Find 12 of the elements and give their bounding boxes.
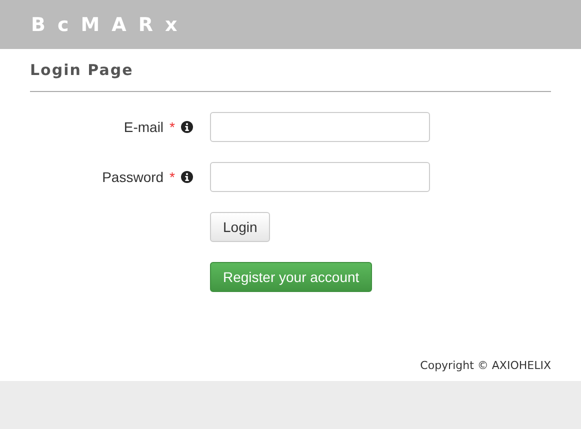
logo: BcMARx [31,14,190,36]
info-icon[interactable] [181,171,193,183]
info-icon[interactable] [181,121,193,133]
field-label: E-mail [124,119,164,135]
required-mark: * [170,169,175,185]
field-label: Password [102,169,164,185]
login-button[interactable]: Login [210,212,270,242]
input-field[interactable] [210,112,430,142]
input-field[interactable] [210,162,430,192]
page-title: Login Page [30,61,134,79]
required-mark: * [170,119,175,135]
copyright-text: Copyright © AXIOHELIX [420,359,551,372]
